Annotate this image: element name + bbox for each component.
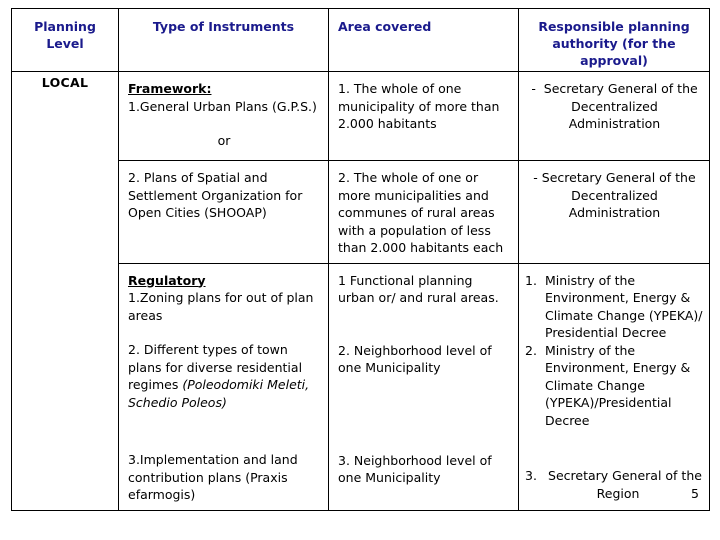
cell-framework-authority-2: - Secretary General of the Decentralized… (518, 160, 710, 264)
cell-regulatory-authorities: 1. Ministry of the Environment, Energy &… (518, 262, 710, 511)
table-row-regulatory: Regulatory 1.Zoning plans for out of pla… (11, 262, 710, 511)
table-body: LOCAL Framework: 1.General Urban Plans (… (11, 71, 710, 511)
regulatory-block-2: 2. Different types of town plans for div… (128, 341, 320, 411)
slide-page: Planning Level Type of Instruments Area … (0, 0, 720, 540)
column-header-responsible-authority: Responsible planning authority (for the … (518, 8, 710, 72)
framework-authority-1-bullet: - (531, 81, 536, 96)
regulatory-block-1: Regulatory 1.Zoning plans for out of pla… (128, 272, 320, 325)
planning-instruments-table: Planning Level Type of Instruments Area … (11, 8, 710, 511)
framework-heading: Framework: (128, 81, 212, 96)
cell-shooap-instruments: 2. Plans of Spatial and Settlement Organ… (118, 160, 329, 264)
framework-or-label: or (217, 133, 231, 148)
framework-authority-1-text: - Secretary General of the Decentralized… (519, 72, 709, 139)
page-number: 5 (691, 485, 699, 501)
framework-authority-1-label: Secretary General of the Decentralized A… (543, 81, 698, 131)
regulatory-block-3: 3.Implementation and land contribution p… (128, 451, 320, 504)
framework-authority-2-text: - Secretary General of the Decentralized… (533, 170, 696, 220)
regulatory-authority-1: 1. Ministry of the Environment, Energy &… (525, 272, 705, 342)
regulatory-authority-1-text: Ministry of the Environment, Energy & Cl… (545, 272, 703, 341)
table-header: Planning Level Type of Instruments Area … (11, 8, 710, 72)
regulatory-item-3: 3.Implementation and land contribution p… (128, 452, 298, 502)
column-header-responsible-authority-label: Responsible planning authority (for the … (538, 19, 690, 68)
header-row: Planning Level Type of Instruments Area … (11, 8, 710, 72)
regulatory-area-3: 3. Neighborhood level of one Municipalit… (338, 452, 492, 486)
cell-regulatory-instruments: Regulatory 1.Zoning plans for out of pla… (118, 262, 329, 511)
regulatory-authority-3: 3. Secretary General of the Region 5 (525, 467, 705, 502)
planning-level-label: LOCAL (41, 75, 89, 90)
table-row-framework-1: LOCAL Framework: 1.General Urban Plans (… (11, 71, 710, 263)
regulatory-authority-1-number: 1. (525, 272, 537, 288)
regulatory-authority-3-text: Secretary General of the Region 5 (545, 467, 705, 502)
cell-framework-instruments: Framework: 1.General Urban Plans (G.P.S.… (118, 71, 329, 161)
framework-area-2-text: 2. The whole of one or more municipaliti… (338, 170, 504, 255)
framework-item-2-text: 2. Plans of Spatial and Settlement Organ… (128, 170, 303, 220)
cell-framework-area-1: 1. The whole of one municipality of more… (328, 71, 519, 161)
column-header-planning-level: Planning Level (11, 8, 119, 72)
column-header-type-of-instruments: Type of Instruments (118, 8, 329, 72)
regulatory-authority-3-number: 3. (525, 468, 537, 483)
cell-regulatory-areas: 1 Functional planning urban or/ and rura… (328, 262, 519, 511)
regulatory-authority-3-label: Secretary General of the Region (548, 468, 702, 501)
regulatory-authority-2-text: Ministry of the Environment, Energy & Cl… (545, 342, 691, 428)
column-header-area-covered: Area covered (328, 8, 519, 72)
regulatory-instruments-content: Regulatory 1.Zoning plans for out of pla… (119, 264, 328, 510)
cell-planning-level-local: LOCAL (11, 71, 119, 263)
framework-instruments-content: Framework: 1.General Urban Plans (G.P.S.… (119, 72, 328, 156)
cell-planning-level-empty (11, 263, 119, 511)
framework-item-1: 1.General Urban Plans (G.P.S.) (128, 98, 317, 114)
cell-framework-authority-1: - Secretary General of the Decentralized… (518, 71, 710, 161)
column-header-type-of-instruments-label: Type of Instruments (152, 19, 295, 34)
regulatory-areas-content: 1 Functional planning urban or/ and rura… (329, 264, 518, 493)
regulatory-area-1: 1 Functional planning urban or/ and rura… (338, 272, 499, 306)
regulatory-authority-2: 2. Ministry of the Environment, Energy &… (525, 342, 705, 430)
regulatory-area-2: 2. Neighborhood level of one Municipalit… (338, 342, 492, 376)
column-header-area-covered-label: Area covered (338, 19, 432, 34)
regulatory-authority-list: 1. Ministry of the Environment, Energy &… (525, 272, 705, 503)
framework-area-1-text: 1. The whole of one municipality of more… (338, 81, 500, 131)
regulatory-authority-2-number: 2. (525, 342, 537, 358)
regulatory-item-1: 1.Zoning plans for out of plan areas (128, 290, 314, 323)
regulatory-authorities-content: 1. Ministry of the Environment, Energy &… (519, 264, 709, 509)
cell-framework-area-2: 2. The whole of one or more municipaliti… (328, 160, 519, 264)
column-header-planning-level-label: Planning Level (34, 19, 96, 51)
regulatory-heading: Regulatory (128, 272, 206, 288)
